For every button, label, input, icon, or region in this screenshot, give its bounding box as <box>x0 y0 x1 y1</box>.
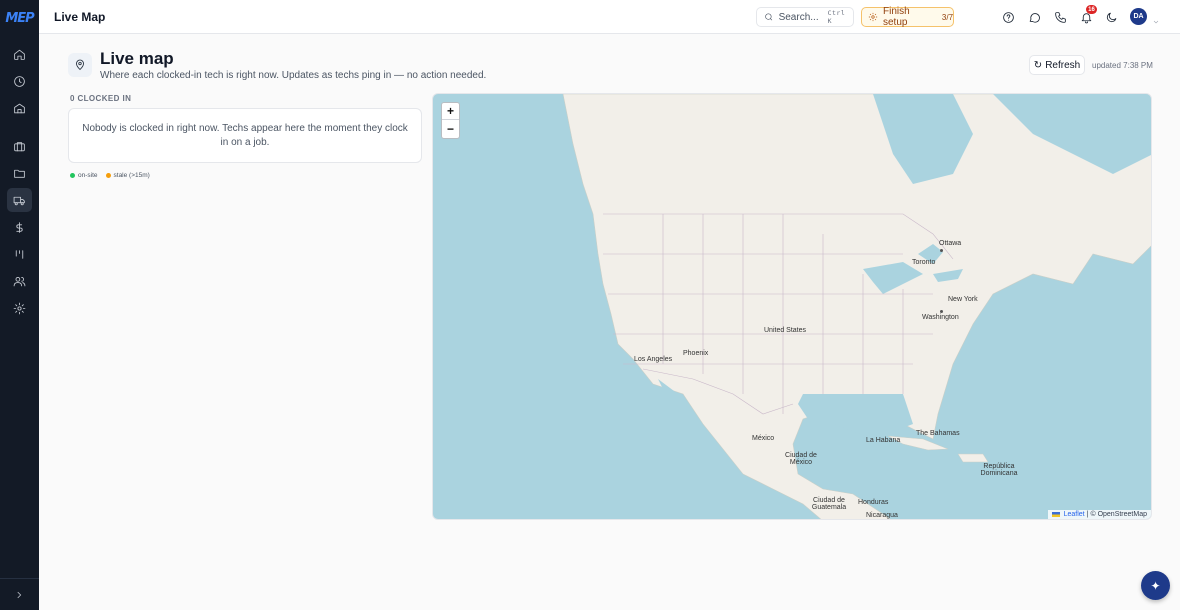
page-subtitle: Where each clocked-in tech is right now.… <box>100 70 487 81</box>
city-dot <box>940 249 943 252</box>
finish-setup-progress: 3/7 <box>941 12 954 22</box>
refresh-button[interactable]: ↻ Refresh <box>1029 55 1085 75</box>
map-pin-badge <box>68 53 92 77</box>
search-button[interactable]: Search... Ctrl K <box>756 7 854 27</box>
sparkle-icon: ✦ <box>1150 578 1161 593</box>
empty-state-card: Nobody is clocked in right now. Techs ap… <box>68 108 422 163</box>
phone-icon <box>1054 11 1066 23</box>
home-icon <box>14 49 25 60</box>
search-placeholder: Search... <box>778 11 819 23</box>
map-label-new-york: New York <box>948 296 978 303</box>
ukraine-flag-icon <box>1051 512 1060 517</box>
notification-badge: 16 <box>1086 5 1097 14</box>
map-attribution: Leaflet | © OpenStreetMap <box>1047 510 1151 519</box>
briefcase-icon <box>14 141 25 151</box>
kanban-icon <box>15 249 24 259</box>
truck-icon <box>13 196 25 205</box>
account-menu-caret[interactable] <box>1152 13 1160 24</box>
zoom-in-button[interactable]: + <box>442 103 459 120</box>
settings-icon <box>868 12 878 22</box>
map-label-mexico: México <box>752 435 775 442</box>
search-icon <box>765 13 773 21</box>
attribution-separator: | <box>1086 511 1089 518</box>
chevron-down-icon <box>1153 20 1159 24</box>
messages-button[interactable] <box>1026 9 1042 25</box>
sidebar-expand-button[interactable] <box>9 586 29 604</box>
sidebar-item-live-map[interactable] <box>7 188 32 212</box>
land-north-america <box>562 94 1151 519</box>
map-label-washington: Washington <box>922 314 959 321</box>
osm-attribution[interactable]: © OpenStreetMap <box>1090 511 1147 518</box>
legend-item-stale: stale (>15m) <box>105 172 150 179</box>
theme-toggle-button[interactable] <box>1103 9 1119 25</box>
water-gulf <box>798 394 913 439</box>
map-label-the-bahamas: The Bahamas <box>916 430 960 437</box>
map-label-republica-dominicana: República Dominicana <box>980 463 1018 477</box>
map-label-ottawa: Ottawa <box>939 240 962 247</box>
users-icon <box>13 276 26 286</box>
app-title: Live Map <box>54 10 106 24</box>
refresh-icon: ↻ <box>1033 59 1043 71</box>
map-label-la-habana: La Habana <box>866 437 901 444</box>
map-label-los-angeles: Los Angeles <box>634 356 673 363</box>
clock-icon <box>14 75 25 87</box>
dollar-icon <box>16 221 23 233</box>
sidebar-item-team[interactable] <box>7 269 32 293</box>
zoom-out-button[interactable]: − <box>442 120 459 137</box>
sidebar-item-billing[interactable] <box>7 215 32 239</box>
live-map[interactable]: + − Ottawa Toronto New York Washington U… <box>432 93 1152 520</box>
chevron-right-icon <box>17 591 22 599</box>
sidebar-item-board[interactable] <box>7 242 32 266</box>
app-logo[interactable]: MEP <box>4 6 35 30</box>
sidebar-item-home[interactable] <box>7 42 32 66</box>
leaflet-link[interactable]: Leaflet <box>1064 511 1085 518</box>
legend-label: stale (>15m) <box>113 172 150 179</box>
gear-icon <box>13 302 26 314</box>
map-label-ciudad-de-mexico: Ciudad de México <box>785 452 817 466</box>
assistant-fab[interactable]: ✦ <box>1141 571 1170 600</box>
zoom-controls: + − <box>441 102 460 139</box>
sidebar: MEP <box>0 0 39 610</box>
map-label-ciudad-de-guatemala: Ciudad de Guatemala <box>811 497 847 511</box>
finish-setup-button[interactable]: Finish setup 3/7 <box>861 6 954 28</box>
city-dot <box>940 310 943 313</box>
map-label-united-states: United States <box>764 327 807 334</box>
help-button[interactable] <box>1000 9 1016 25</box>
sidebar-item-projects[interactable] <box>7 161 32 185</box>
legend-item-on-site: on-site <box>70 172 98 179</box>
sidebar-item-settings[interactable] <box>7 296 32 320</box>
stale-dot <box>105 173 111 178</box>
folder-icon <box>14 169 25 178</box>
map-label-toronto: Toronto <box>912 259 936 266</box>
map-label-phoenix: Phoenix <box>683 350 709 357</box>
finish-setup-label: Finish setup <box>883 6 910 28</box>
building-icon <box>14 103 25 113</box>
moon-icon <box>1106 12 1116 22</box>
refresh-label: Refresh <box>1045 59 1081 71</box>
empty-state-message: Nobody is clocked in right now. Techs ap… <box>82 122 408 148</box>
sidebar-item-properties[interactable] <box>7 96 32 120</box>
phone-button[interactable] <box>1052 9 1068 25</box>
chat-icon <box>1029 12 1040 23</box>
clocked-in-count: 0 CLOCKED IN <box>70 94 132 103</box>
land-hispaniola <box>957 453 989 463</box>
avatar[interactable]: DA <box>1130 8 1147 25</box>
last-updated: updated 7:38 PM <box>1092 61 1153 70</box>
search-shortcut: Ctrl K <box>827 9 846 25</box>
help-icon <box>1002 11 1014 23</box>
map-pin-icon <box>76 59 84 71</box>
map-legend: on-site stale (>15m) <box>70 172 150 179</box>
sidebar-item-jobs[interactable] <box>7 134 32 158</box>
sidebar-item-history[interactable] <box>7 69 32 93</box>
legend-label: on-site <box>78 172 98 179</box>
logo-text: MEP <box>5 10 34 26</box>
map-label-honduras: Honduras <box>858 499 889 506</box>
page-title: Live map <box>100 49 174 68</box>
on-site-dot <box>70 173 75 178</box>
map-label-nicaragua: Nicaragua <box>866 512 898 519</box>
sidebar-divider <box>0 578 39 579</box>
